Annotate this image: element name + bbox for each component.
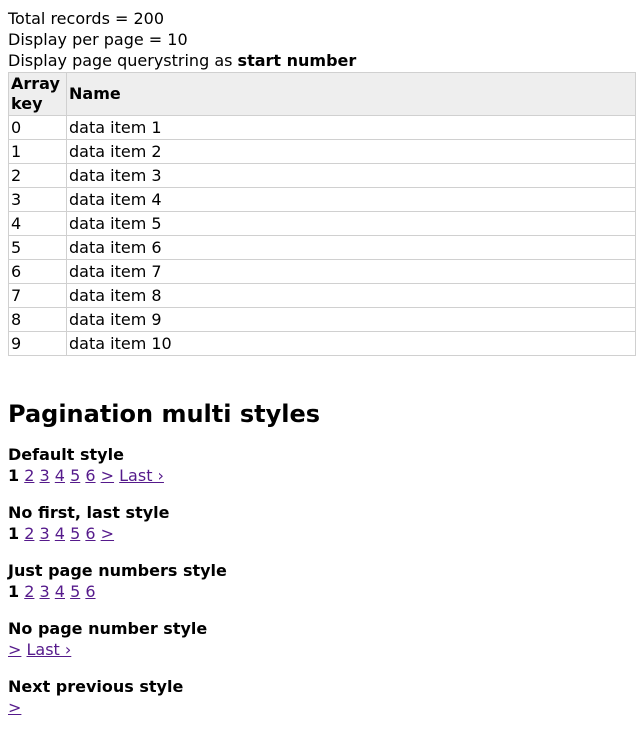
section-title: Pagination multi styles — [8, 400, 321, 428]
page: Total records = 200 Display per page = 1… — [0, 0, 644, 718]
name-cell: data item 3 — [66, 163, 636, 188]
pagination-nav: 1 2 3 4 5 6 — [8, 581, 636, 602]
pagination-style-block: No first, last style 1 2 3 4 5 6 > — [8, 502, 636, 544]
pagination-next-link[interactable]: > — [101, 524, 114, 543]
querystring-text: Display page querystring as start number — [8, 50, 636, 71]
pagination-page-link[interactable]: 4 — [55, 582, 65, 601]
table-header-row: Array key Name — [8, 72, 636, 116]
pagination-page-link[interactable]: 3 — [40, 582, 50, 601]
array-key-cell: 8 — [8, 307, 67, 332]
pagination-page-link[interactable]: 6 — [85, 524, 95, 543]
array-key-cell: 7 — [8, 283, 67, 308]
querystring-mode: start number — [237, 51, 357, 70]
total-records-text: Total records = 200 — [8, 9, 165, 28]
pagination-style-block: Just page numbers style 1 2 3 4 5 6 — [8, 560, 636, 602]
pagination-page-link[interactable]: 3 — [40, 466, 50, 485]
data-table: Array key Name 0 data item 1 1 data item 22… — [8, 72, 636, 356]
name-cell: data item 7 — [66, 259, 636, 284]
pagination-style-title: No page number style — [8, 619, 208, 638]
table-body: 0 data item 1 1 data item 2 2 data item 3 3 dat… — [8, 115, 636, 356]
pagination-style-title: Just page numbers style — [8, 561, 227, 580]
pagination-last-link[interactable]: Last › — [27, 640, 72, 659]
pagination-page-link[interactable]: 4 — [55, 466, 65, 485]
pagination-page-link[interactable]: 6 — [85, 466, 95, 485]
pagination-style-title: No first, last style — [8, 503, 170, 522]
pagination-style-title: Default style — [8, 445, 124, 464]
pagination-nav: > Last › — [8, 639, 636, 660]
table-row: 6 data item 7 — [8, 259, 636, 284]
pagination-last-link[interactable]: Last › — [119, 466, 164, 485]
name-cell: data item 1 — [66, 115, 636, 140]
array-key-cell: 1 — [8, 139, 67, 164]
table-row: 3 data item 4 — [8, 187, 636, 212]
table-row: 0 data item 1 — [8, 115, 636, 140]
pagination-style-block: No page number style > Last › — [8, 618, 636, 660]
pagination-current-page: 1 — [8, 466, 20, 485]
pagination-page-link[interactable]: 3 — [40, 524, 50, 543]
array-key-cell: 4 — [8, 211, 67, 236]
pagination-nav: 1 2 3 4 5 6 > — [8, 523, 636, 544]
pagination-style-block: Default style 1 2 3 4 5 6 > Last › — [8, 444, 636, 486]
pagination-page-link[interactable]: 5 — [70, 524, 80, 543]
pagination-page-link[interactable]: 5 — [70, 582, 80, 601]
pagination-current-page: 1 — [8, 524, 20, 543]
name-cell: data item 6 — [66, 235, 636, 260]
table-row: 7 data item 8 — [8, 283, 636, 308]
array-key-cell: 2 — [8, 163, 67, 188]
pagination-current-page: 1 — [8, 582, 20, 601]
table-row: 4 data item 5 — [8, 211, 636, 236]
table-row: 8 data item 9 — [8, 307, 636, 332]
array-key-cell: 6 — [8, 259, 67, 284]
array-key-cell: 9 — [8, 331, 67, 356]
pagination-page-link[interactable]: 2 — [24, 466, 34, 485]
pagination-page-link[interactable]: 6 — [85, 582, 95, 601]
pagination-nav: 1 2 3 4 5 6 > Last › — [8, 465, 636, 486]
name-cell: data item 9 — [66, 307, 636, 332]
querystring-prefix: Display page querystring as — [8, 51, 238, 70]
table-row: 2 data item 3 — [8, 163, 636, 188]
name-cell: data item 10 — [66, 331, 636, 356]
pagination-style-block: Next previous style > — [8, 676, 636, 718]
pagination-page-link[interactable]: 2 — [24, 524, 34, 543]
table-row: 1 data item 2 — [8, 139, 636, 164]
pagination-next-link[interactable]: > — [8, 640, 21, 659]
table-row: 9 data item 10 — [8, 331, 636, 356]
array-key-cell: 3 — [8, 187, 67, 212]
name-cell: data item 5 — [66, 211, 636, 236]
pagination-style-title: Next previous style — [8, 677, 184, 696]
pagination-page-link[interactable]: 4 — [55, 524, 65, 543]
pagination-page-link[interactable]: 2 — [24, 582, 34, 601]
table-row: 5 data item 6 — [8, 235, 636, 260]
pagination-nav: > — [8, 697, 636, 718]
array-key-cell: 0 — [8, 115, 67, 140]
column-header-array-key: Array key — [8, 72, 67, 116]
name-cell: data item 2 — [66, 139, 636, 164]
array-key-cell: 5 — [8, 235, 67, 260]
pagination-next-link[interactable]: > — [8, 698, 21, 717]
pagination-page-link[interactable]: 5 — [70, 466, 80, 485]
name-cell: data item 8 — [66, 283, 636, 308]
pagination-next-link[interactable]: > — [101, 466, 114, 485]
column-header-name: Name — [66, 72, 636, 116]
per-page-text: Display per page = 10 — [8, 30, 188, 49]
name-cell: data item 4 — [66, 187, 636, 212]
pagination-styles: Default style 1 2 3 4 5 6 > Last › No firs… — [8, 444, 636, 718]
